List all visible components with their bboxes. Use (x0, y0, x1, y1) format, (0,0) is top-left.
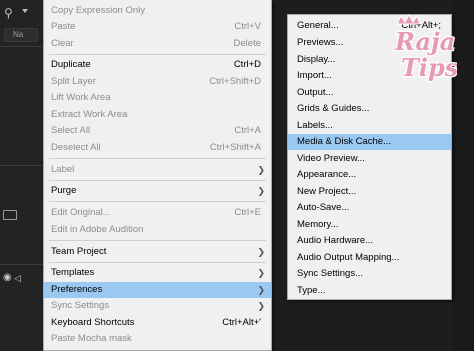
menu-item-team-project[interactable]: Team Project ❯ (44, 244, 271, 260)
menu-separator (49, 262, 266, 263)
submenu-item-memory[interactable]: Memory... (288, 217, 451, 233)
chevron-right-icon: ❯ (257, 301, 265, 311)
divider (0, 264, 44, 265)
menu-separator (49, 54, 266, 55)
submenu-item-output[interactable]: Output... (288, 85, 451, 101)
divider (0, 46, 44, 47)
menu-item-edit-in-adobe-audition[interactable]: Edit in Adobe Audition (44, 222, 271, 238)
submenu-item-grids-guides[interactable]: Grids & Guides... (288, 101, 451, 117)
chevron-down-icon[interactable] (22, 9, 28, 13)
menu-item-select-all[interactable]: Select All Ctrl+A (44, 123, 271, 139)
menu-item-lift-work-area[interactable]: Lift Work Area (44, 90, 271, 106)
menu-item-purge[interactable]: Purge ❯ (44, 183, 271, 199)
menu-item-keyboard-shortcuts[interactable]: Keyboard Shortcuts Ctrl+Alt+' (44, 315, 271, 331)
speaker-icon[interactable]: ◁ (14, 273, 21, 283)
menu-item-sync-settings[interactable]: Sync Settings ❯ (44, 298, 271, 314)
svg-text:Tips: Tips (401, 53, 457, 82)
chevron-right-icon: ❯ (257, 165, 265, 175)
eye-icon[interactable]: ◉ (3, 273, 12, 283)
submenu-item-sync-settings[interactable]: Sync Settings... (288, 266, 451, 282)
submenu-item-video-preview[interactable]: Video Preview... (288, 151, 451, 167)
chevron-right-icon: ❯ (257, 268, 265, 278)
svg-text:Raja: Raja (394, 27, 455, 56)
app-background-panel: ⚲ Na ◉ ◁ (0, 0, 44, 351)
menu-item-clear[interactable]: Clear Delete (44, 36, 271, 52)
watermark-logo: Raja Tips (393, 14, 457, 82)
submenu-item-audio-output-mapping[interactable]: Audio Output Mapping... (288, 250, 451, 266)
menu-separator (49, 201, 266, 202)
panel-tab[interactable]: Na (4, 28, 38, 42)
chevron-right-icon: ❯ (257, 247, 265, 257)
crown-icon (396, 14, 421, 25)
film-icon[interactable] (3, 210, 17, 220)
menu-item-duplicate[interactable]: Duplicate Ctrl+D (44, 57, 271, 73)
context-menu: Copy Expression Only Paste Ctrl+V Clear … (43, 0, 272, 351)
menu-item-preferences[interactable]: Preferences ❯ (44, 282, 271, 298)
menu-item-deselect-all[interactable]: Deselect All Ctrl+Shift+A (44, 140, 271, 156)
submenu-item-audio-hardware[interactable]: Audio Hardware... (288, 233, 451, 249)
menu-separator (49, 158, 266, 159)
menu-item-edit-original[interactable]: Edit Original... Ctrl+E (44, 205, 271, 221)
submenu-item-media-disk-cache[interactable]: Media & Disk Cache... (288, 134, 451, 150)
menu-item-templates[interactable]: Templates ❯ (44, 265, 271, 281)
menu-separator (49, 240, 266, 241)
menu-item-copy-expression-only[interactable]: Copy Expression Only (44, 3, 271, 19)
submenu-item-type[interactable]: Type... (288, 283, 451, 299)
menu-item-paste[interactable]: Paste Ctrl+V (44, 19, 271, 35)
screenshot-stage: ⚲ Na ◉ ◁ Copy Expression Only Paste Ctrl… (0, 0, 474, 351)
menu-item-paste-mocha-mask[interactable]: Paste Mocha mask (44, 331, 271, 347)
search-icon[interactable]: ⚲ (4, 5, 24, 21)
menu-item-extract-work-area[interactable]: Extract Work Area (44, 107, 271, 123)
chevron-right-icon: ❯ (257, 285, 265, 295)
submenu-item-new-project[interactable]: New Project... (288, 184, 451, 200)
submenu-item-labels[interactable]: Labels... (288, 118, 451, 134)
submenu-item-auto-save[interactable]: Auto-Save... (288, 200, 451, 216)
menu-item-label[interactable]: Label ❯ (44, 162, 271, 178)
menu-item-split-layer[interactable]: Split Layer Ctrl+Shift+D (44, 74, 271, 90)
chevron-right-icon: ❯ (257, 186, 265, 196)
submenu-item-appearance[interactable]: Appearance... (288, 167, 451, 183)
menu-separator (49, 180, 266, 181)
divider (0, 165, 44, 166)
